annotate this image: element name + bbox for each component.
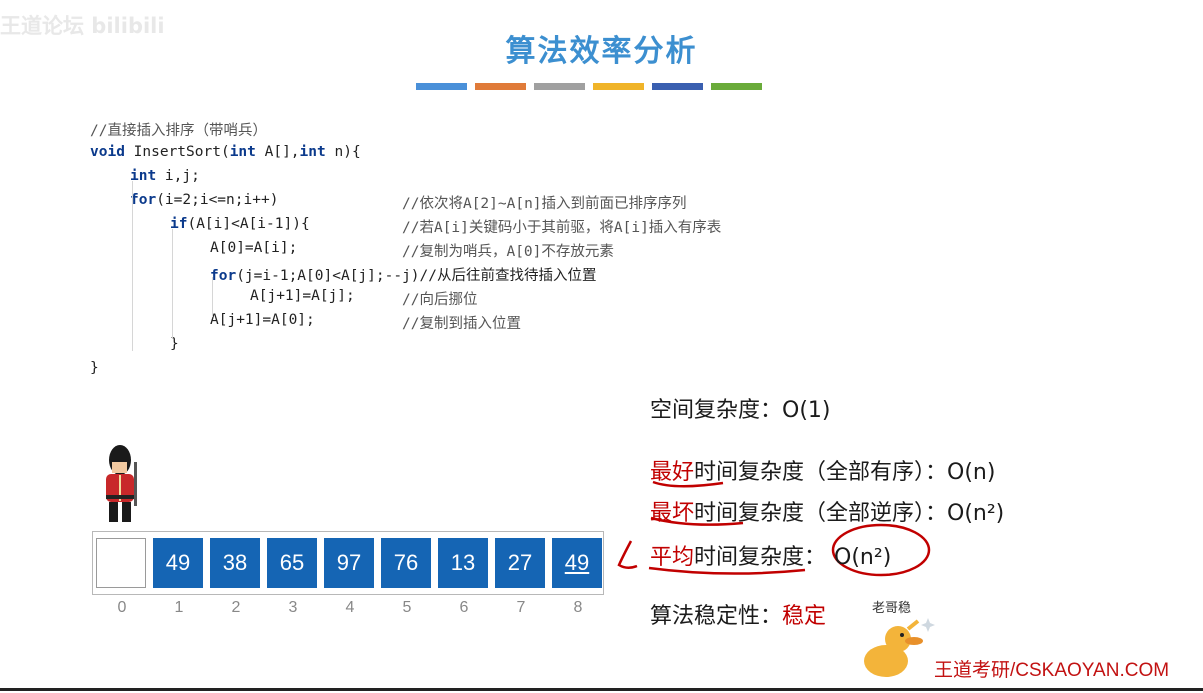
code-token: (A[i]<A[i-1]){ xyxy=(187,216,310,232)
code-line: A[0]=A[i]; xyxy=(210,240,297,256)
array-index: 7 xyxy=(516,599,526,616)
avg-value: O(n²) xyxy=(834,545,892,570)
array-cell: 13 xyxy=(438,538,488,588)
site-logo-text: 王道考研/CSKAOYAN.COM xyxy=(934,660,1170,681)
title-bar-5 xyxy=(711,83,762,90)
average-time-complexity: 平均时间复杂度： O(n²) xyxy=(650,539,891,571)
title-bar-0 xyxy=(416,83,467,90)
code-token: int xyxy=(229,144,256,160)
code-comment: //复制到插入位置 xyxy=(402,316,521,332)
array-index: 0 xyxy=(117,599,127,616)
code-token: InsertSort( xyxy=(124,144,230,160)
indent-guide xyxy=(132,181,133,351)
stability-label: 算法稳定性： xyxy=(650,604,783,629)
indent-guide xyxy=(212,277,213,317)
array-index: 6 xyxy=(459,599,469,616)
array-cell: 97 xyxy=(324,538,374,588)
code-comment: //依次将A[2]~A[n]插入到前面已排序序列 xyxy=(402,196,687,212)
stability-value: 稳定 xyxy=(782,604,827,629)
best-rest: 时间复杂度（全部有序）：O(n) xyxy=(694,460,996,485)
array-cell: 65 xyxy=(267,538,317,588)
slide-title: 算法效率分析 xyxy=(505,34,698,69)
code-token: (j=i-1;A[0]<A[j];--j)//从后往前查找待插入位置 xyxy=(236,268,597,284)
code-token: void xyxy=(90,144,125,160)
code-token: for xyxy=(130,192,157,208)
code-token: A[j+1]=A[j]; xyxy=(250,288,355,304)
code-line: for(j=i-1;A[0]<A[j];--j)//从后往前查找待插入位置 xyxy=(210,264,597,285)
duck-caption: 老哥稳 xyxy=(872,601,912,616)
indent-guide xyxy=(172,229,173,339)
code-comment: //若A[i]关键码小于其前驱，将A[i]插入有序表 xyxy=(402,220,722,236)
array-cell: 49 xyxy=(153,538,203,588)
best-prefix: 最好 xyxy=(650,460,695,485)
code-line: void InsertSort(int A[],int n){ xyxy=(90,144,361,160)
code-line: int i,j; xyxy=(130,168,200,184)
code-token: i,j; xyxy=(156,168,200,184)
duck-mascot-icon xyxy=(864,618,935,677)
code-token: A[0]=A[i]; xyxy=(210,240,298,256)
stability: 算法稳定性：稳定 xyxy=(650,598,826,630)
code-token: A[], xyxy=(255,144,300,160)
array-cell: 38 xyxy=(210,538,260,588)
space-complexity: 空间复杂度：O(1) xyxy=(650,398,831,423)
avg-prefix: 平均 xyxy=(650,545,695,570)
code-token: (i=2;i<=n;i++) xyxy=(156,192,279,208)
array-cell: 76 xyxy=(381,538,431,588)
array-index: 2 xyxy=(231,599,241,616)
code-token: int xyxy=(299,144,326,160)
title-bar-1 xyxy=(475,83,526,90)
title-bar-3 xyxy=(593,83,644,90)
code-comment: //向后挪位 xyxy=(402,292,478,308)
code-token: } xyxy=(90,360,99,376)
code-line: A[j+1]=A[j]; xyxy=(250,288,355,304)
best-time-complexity: 最好时间复杂度（全部有序）：O(n) xyxy=(650,454,995,486)
worst-time-complexity: 最坏时间复杂度（全部逆序）：O(n²) xyxy=(650,495,1004,527)
code-line: A[j+1]=A[0]; xyxy=(210,312,315,328)
code-token: int xyxy=(130,168,157,184)
avg-rest: 时间复杂度： xyxy=(694,545,827,570)
array-cell xyxy=(96,538,146,588)
code-line: } xyxy=(90,360,99,376)
code-token: for xyxy=(210,268,237,284)
title-bar-4 xyxy=(652,83,703,90)
array-index: 5 xyxy=(402,599,412,616)
code-token: //直接插入排序（带哨兵） xyxy=(90,123,267,139)
array-cell: 27 xyxy=(495,538,545,588)
title-bar-2 xyxy=(534,83,585,90)
sentinel-guard-icon xyxy=(106,445,137,522)
code-comment: //复制为哨兵，A[0]不存放元素 xyxy=(402,244,614,260)
code-line: if(A[i]<A[i-1]){ xyxy=(170,216,310,232)
code-token: A[j+1]=A[0]; xyxy=(210,312,315,328)
title-color-bars xyxy=(416,83,762,90)
array-index: 3 xyxy=(288,599,298,616)
array-index: 8 xyxy=(573,599,583,616)
worst-rest: 时间复杂度（全部逆序）：O(n²) xyxy=(694,501,1005,526)
code-token: n){ xyxy=(325,144,361,160)
array-index: 1 xyxy=(174,599,184,616)
array-cell: 49 xyxy=(552,538,602,588)
code-line: for(i=2;i<=n;i++) xyxy=(130,192,278,208)
worst-prefix: 最坏 xyxy=(650,501,695,526)
code-line: //直接插入排序（带哨兵） xyxy=(90,119,267,140)
bottom-border xyxy=(0,688,1203,691)
array-index: 4 xyxy=(345,599,355,616)
